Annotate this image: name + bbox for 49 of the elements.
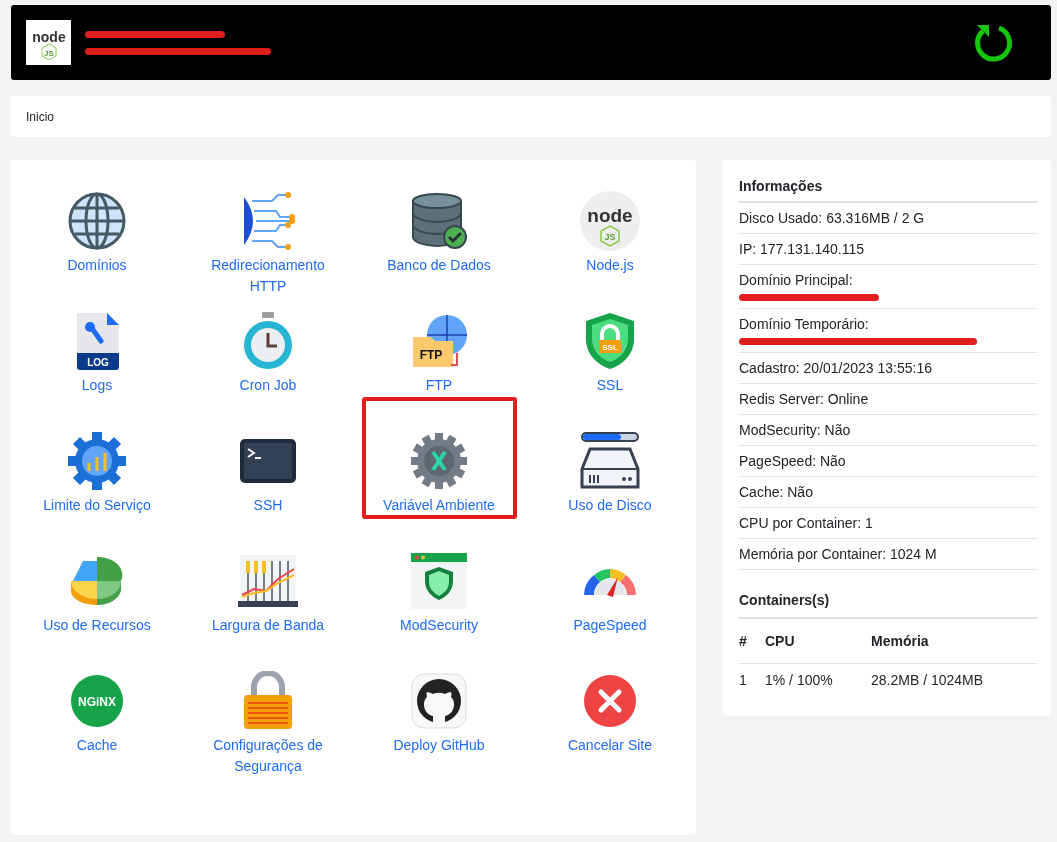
gear-chart-icon (67, 431, 127, 491)
table-cell: 1 (739, 663, 765, 696)
service-link[interactable]: Domínios (66, 190, 128, 276)
info-text: Domínio Temporário: (739, 316, 870, 332)
info-text: ModSecurity: Não (739, 422, 852, 438)
info-title: Informações (739, 174, 1037, 203)
column-header: # (739, 619, 765, 664)
refresh-icon[interactable] (973, 22, 1013, 63)
database-icon (409, 191, 469, 251)
info-text: Cache: Não (739, 484, 814, 500)
service-link[interactable]: PageSpeed (573, 550, 647, 636)
service-link[interactable]: Cancelar Site (567, 670, 652, 756)
service-link[interactable]: Variável Ambiente (383, 430, 495, 516)
service-link[interactable]: node JS Node.js (579, 190, 641, 276)
hard-drive-icon (580, 431, 640, 491)
service-link[interactable]: Banco de Dados (387, 190, 491, 276)
service-link[interactable]: Limite do Serviço (43, 430, 151, 516)
table-cell: 1% / 100% (765, 663, 871, 696)
info-text: Disco Usado: 63.316MB / 2 G (739, 210, 926, 226)
info-text: IP: 177.131.140.115 (739, 241, 866, 257)
service-link[interactable]: Cron Job (237, 310, 299, 396)
shield-window-icon (409, 551, 469, 611)
service-link[interactable]: NGiNX Cache (66, 670, 128, 756)
service-link[interactable]: Redirecionamento HTTP (198, 190, 338, 297)
column-header: CPU (765, 619, 871, 664)
service-link[interactable]: FTP FTP (408, 310, 470, 396)
nodejs-logo-icon: node JS (580, 191, 640, 251)
info-text: Domínio Principal: (739, 272, 854, 288)
table-cell: 28.2MB / 1024MB (871, 663, 1037, 696)
service-link[interactable]: SSL SSL (579, 310, 641, 396)
globe-icon (67, 191, 127, 251)
github-logo-icon (409, 671, 469, 731)
info-text: Memória por Container: 1024 M (739, 546, 938, 562)
containers-title: Containers(s) (739, 570, 1037, 619)
service-link[interactable]: ModSecurity (400, 550, 478, 636)
service-link[interactable]: Uso de Disco (568, 430, 652, 516)
info-text: Redis Server: Online (739, 391, 870, 407)
column-header: Memória (871, 619, 1037, 664)
service-link[interactable]: SSH (237, 430, 299, 516)
service-link[interactable]: Largura de Banda (211, 550, 325, 636)
service-link[interactable]: LOG Logs (66, 310, 128, 396)
breadcrumb-link[interactable]: Inicio (26, 109, 54, 124)
info-text: Cadastro: 20/01/2023 13:55:16 (739, 360, 934, 376)
info-text: PageSpeed: Não (739, 453, 847, 469)
service-link[interactable]: Configurações de Segurança (198, 670, 338, 777)
gear-icon (409, 431, 469, 491)
info-text: CPU por Container: 1 (739, 515, 874, 531)
service-link[interactable]: Uso de Recursos (43, 550, 151, 636)
service-link[interactable]: Deploy GitHub (393, 670, 485, 756)
